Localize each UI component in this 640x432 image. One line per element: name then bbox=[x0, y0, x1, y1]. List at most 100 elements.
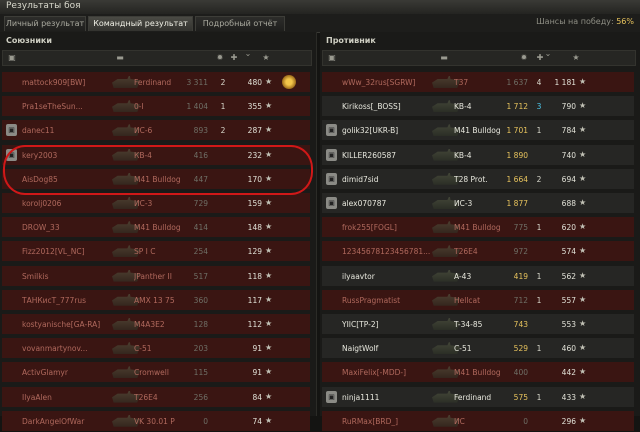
damage-value: 1 712 bbox=[506, 102, 528, 112]
player-row[interactable]: ActivGlamyr Cromwell 115 91 ★ bbox=[2, 362, 310, 383]
tab-team-result[interactable]: Командный результат bbox=[88, 16, 193, 31]
damage-value: 1 890 bbox=[506, 150, 528, 160]
damage-value: 775 bbox=[513, 223, 528, 233]
xp-value: 287 bbox=[247, 126, 262, 136]
xp-value: 442 bbox=[561, 368, 576, 378]
player-row[interactable]: ТАНКисТ_777rus AMX 13 75 360 117 ★ bbox=[2, 289, 310, 311]
damage-value: 3 311 bbox=[186, 78, 208, 87]
damage-value: 972 bbox=[513, 247, 528, 257]
star-icon: ★ bbox=[579, 125, 587, 135]
damage-value: 1 877 bbox=[506, 199, 528, 208]
star-icon: ★ bbox=[265, 319, 273, 328]
player-name: dimid7sid bbox=[342, 174, 379, 184]
player-row[interactable]: mattock909[BW] Ferdinand 3 311 2 480 ★ bbox=[2, 72, 310, 93]
clan-icon: ▣ bbox=[6, 124, 17, 137]
player-row[interactable]: IlyaAlen T26E4 256 84 ★ bbox=[2, 386, 310, 408]
clan-column-icon[interactable]: ▣ bbox=[7, 53, 17, 63]
star-icon: ★ bbox=[579, 222, 587, 232]
xp-value: 84 bbox=[252, 392, 262, 402]
xp-value: 694 bbox=[561, 174, 576, 184]
xp-value: 557 bbox=[561, 295, 576, 305]
xp-value: 460 bbox=[561, 344, 576, 354]
player-row[interactable]: ▣ golik32[UKR-B] M41 Bulldog 1 701 1 784 ★ bbox=[322, 120, 634, 141]
player-row[interactable]: 12345678123456781... T26E4 972 574 ★ bbox=[322, 241, 634, 262]
xp-value: 91 bbox=[252, 368, 262, 378]
tab-detailed-report[interactable]: Подробный отчёт bbox=[195, 16, 285, 31]
xp-value: 112 bbox=[247, 320, 262, 329]
player-row[interactable]: MaxiFelix[-MDD-] M41 Bulldog 400 442 ★ bbox=[322, 362, 634, 383]
player-row[interactable]: korolj0206 ИС-3 729 159 ★ bbox=[2, 193, 310, 214]
player-row[interactable]: wWw_32rus[SGRW] T37 1 637 4 1 181 ★ bbox=[322, 72, 634, 93]
player-name: IlyaAlen bbox=[22, 392, 52, 402]
player-row[interactable]: ▣ dimid7sid T28 Prot. 1 664 2 694 ★ bbox=[322, 168, 634, 190]
xp-column-icon[interactable]: ★ bbox=[571, 53, 581, 63]
star-icon: ★ bbox=[579, 391, 587, 401]
player-row[interactable]: Pra1seTheSun... 0-I 1 404 1 355 ★ bbox=[2, 96, 310, 117]
damage-column-icon[interactable]: ✹ bbox=[215, 53, 225, 63]
clan-icon: ▣ bbox=[326, 148, 337, 161]
tank-column-icon[interactable]: ▬ bbox=[115, 53, 125, 63]
tab-bar: Личный результат Командный результат Под… bbox=[0, 14, 640, 33]
player-row[interactable]: DarkAngelOfWar VK 30.01 P 0 74 ★ bbox=[2, 410, 310, 432]
title-bar: Результаты боя bbox=[0, 0, 640, 15]
player-row[interactable]: ▣ ninja1111 Ferdinand 575 1 433 ★ bbox=[322, 386, 634, 408]
player-row[interactable]: Smilkis JPanther II 517 118 ★ bbox=[2, 265, 310, 287]
allies-panel: Союзники ▣ ▬ ✹ ⌄ ✚ ★ mattock909[BW] Ferdi… bbox=[0, 32, 317, 431]
kills-value: 1 bbox=[536, 344, 542, 354]
xp-value: 159 bbox=[247, 199, 262, 208]
damage-value: 1 664 bbox=[506, 174, 528, 184]
damage-value: 256 bbox=[193, 392, 208, 402]
damage-value: 712 bbox=[513, 295, 528, 305]
player-row[interactable]: ▣ KILLER260587 KB-4 1 890 740 ★ bbox=[322, 144, 634, 166]
kills-value: 3 bbox=[536, 102, 542, 112]
allies-column-header: ▣ ▬ ✹ ⌄ ✚ ★ bbox=[2, 49, 312, 66]
player-row[interactable]: NaigtWolf C-51 529 1 460 ★ bbox=[322, 338, 634, 359]
damage-value: 529 bbox=[513, 344, 528, 354]
star-icon: ★ bbox=[579, 77, 587, 86]
player-row[interactable]: YIIC[TP-2] T-34-85 743 553 ★ bbox=[322, 314, 634, 335]
star-icon: ★ bbox=[265, 198, 273, 207]
clan-column-icon[interactable]: ▣ bbox=[327, 53, 337, 63]
tank-column-icon[interactable]: ▬ bbox=[439, 53, 449, 63]
kills-column-icon[interactable]: ✚ bbox=[229, 53, 239, 63]
player-name: Pra1seTheSun... bbox=[22, 102, 83, 112]
player-name: ТАНКисТ_777rus bbox=[22, 295, 87, 305]
sort-arrow-icon[interactable]: ⌄ bbox=[243, 49, 253, 59]
xp-value: 790 bbox=[561, 102, 576, 112]
player-name: MaxiFelix[-MDD-] bbox=[342, 368, 406, 378]
player-row[interactable]: RuRMax[BRD_] ИС 0 296 ★ bbox=[322, 410, 634, 432]
star-icon: ★ bbox=[265, 246, 273, 256]
star-icon: ★ bbox=[265, 343, 273, 353]
star-icon: ★ bbox=[265, 270, 273, 280]
xp-value: 688 bbox=[561, 199, 576, 208]
damage-value: 743 bbox=[513, 320, 528, 329]
player-row[interactable]: ▣ alex070787 ИС-3 1 877 688 ★ bbox=[322, 193, 634, 214]
player-row[interactable]: RussPragmatist Hellcat 712 1 557 ★ bbox=[322, 289, 634, 311]
star-icon: ★ bbox=[579, 246, 587, 256]
player-row[interactable]: vovanmartynov... C-51 203 91 ★ bbox=[2, 338, 310, 359]
player-row[interactable]: ▣ danec11 ИС-6 893 2 287 ★ bbox=[2, 120, 310, 141]
player-row[interactable]: DROW_33 M41 Bulldog 414 148 ★ bbox=[2, 217, 310, 238]
xp-column-icon[interactable]: ★ bbox=[261, 53, 271, 63]
medal-icon[interactable] bbox=[282, 75, 296, 89]
damage-column-icon[interactable]: ✹ bbox=[519, 53, 529, 63]
player-row[interactable]: ilyaavtor A-43 419 1 562 ★ bbox=[322, 265, 634, 287]
star-icon: ★ bbox=[265, 101, 273, 111]
xp-value: 91 bbox=[252, 344, 262, 354]
xp-value: 1 181 bbox=[554, 78, 576, 87]
kills-value: 2 bbox=[536, 174, 542, 184]
damage-value: 1 701 bbox=[506, 126, 528, 136]
player-row[interactable]: kostyanische[GA-RA] M4A3E2 128 112 ★ bbox=[2, 314, 310, 335]
player-name: ActivGlamyr bbox=[22, 368, 68, 378]
player-row[interactable]: Fizz2012[VL_NC] SP I C 254 129 ★ bbox=[2, 241, 310, 262]
player-row[interactable]: frok255[FOGL] M41 Bulldog 775 1 620 ★ bbox=[322, 217, 634, 238]
player-name: YIIC[TP-2] bbox=[342, 320, 379, 329]
player-row[interactable]: Kirikoss[_BOSS] KB-4 1 712 3 790 ★ bbox=[322, 96, 634, 117]
enemies-panel: Противник ▣ ▬ ✹ ⌄ ✚ ★ wWw_32rus[SGRW] T37… bbox=[320, 32, 640, 431]
xp-value: 117 bbox=[247, 295, 262, 305]
xp-value: 574 bbox=[561, 247, 576, 257]
xp-value: 296 bbox=[561, 416, 576, 426]
kills-column-icon[interactable]: ✚ bbox=[535, 53, 545, 63]
tab-personal-result[interactable]: Личный результат bbox=[4, 16, 86, 31]
xp-value: 740 bbox=[561, 150, 576, 160]
